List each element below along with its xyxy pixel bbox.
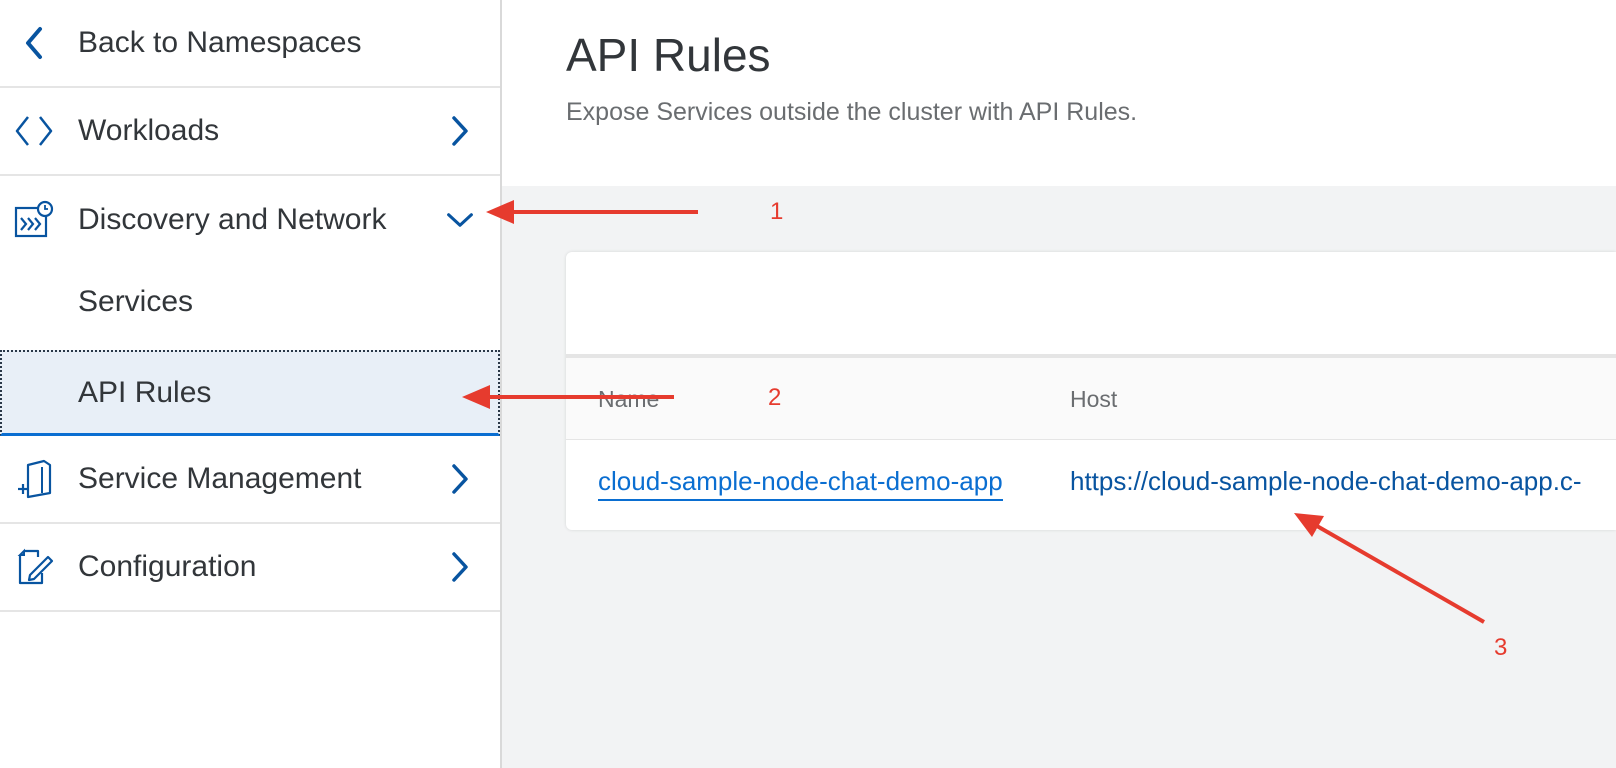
table-row[interactable]: cloud-sample-node-chat-demo-app https://…	[566, 440, 1616, 530]
chevron-down-icon	[446, 203, 474, 237]
annotation-number-2: 2	[768, 384, 782, 411]
sidebar-subitem-services[interactable]: Services	[0, 258, 500, 346]
sidebar-item-label: Discovery and Network	[78, 203, 387, 236]
annotation-number-1: 1	[770, 198, 784, 225]
api-rule-host-link[interactable]: https://cloud-sample-node-chat-demo-app.…	[1070, 466, 1582, 497]
chevron-right-icon	[446, 114, 474, 148]
annotation-number-3: 3	[1494, 634, 1508, 661]
sidebar-item-discovery-and-network[interactable]: Discovery and Network	[0, 176, 500, 264]
sidebar-subitem-label: API Rules	[78, 375, 212, 409]
sidebar-item-label: Service Management	[78, 462, 362, 495]
api-rules-table-card: Name Host cloud-sample-node-chat-demo-ap…	[566, 252, 1616, 530]
table-header: Name Host	[566, 358, 1616, 440]
page-header: API Rules Expose Services outside the cl…	[502, 0, 1616, 186]
sidebar-item-service-management[interactable]: Service Management	[0, 436, 500, 524]
main-content: Name Host cloud-sample-node-chat-demo-ap…	[502, 186, 1616, 768]
sidebar-subitem-api-rules[interactable]: API Rules	[0, 350, 500, 436]
service-management-icon	[14, 459, 54, 499]
sidebar-subitem-label: Services	[78, 285, 194, 318]
chevron-right-icon	[446, 550, 474, 584]
api-rule-name-link[interactable]: cloud-sample-node-chat-demo-app	[598, 466, 1003, 501]
discovery-network-icon	[14, 200, 54, 240]
sidebar-item-label: Configuration	[78, 550, 257, 583]
page-subtitle: Expose Services outside the cluster with…	[566, 98, 1138, 126]
chevron-left-icon	[14, 23, 54, 63]
page-title: API Rules	[566, 29, 771, 81]
configuration-icon	[14, 547, 54, 587]
code-brackets-icon	[14, 111, 54, 151]
column-header-name[interactable]: Name	[598, 386, 659, 413]
back-to-namespaces-link[interactable]: Back to Namespaces	[0, 0, 500, 88]
sidebar-item-workloads[interactable]: Workloads	[0, 88, 500, 176]
column-header-host[interactable]: Host	[1070, 386, 1117, 413]
chevron-right-icon	[446, 462, 474, 496]
sidebar-item-label: Workloads	[78, 114, 220, 147]
sidebar-item-configuration[interactable]: Configuration	[0, 524, 500, 612]
back-to-namespaces-label: Back to Namespaces	[78, 26, 362, 59]
sidebar: Back to Namespaces Workloads Discovery a…	[0, 0, 502, 768]
table-toolbar	[566, 252, 1616, 358]
